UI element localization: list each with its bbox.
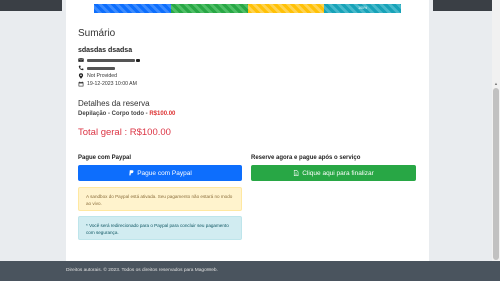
file-icon <box>294 170 299 176</box>
phone-icon <box>78 65 84 71</box>
footer-copyright: Direitos autorais. © 2023. Todos os dire… <box>66 268 218 273</box>
details-title: Detalhes da reserva <box>78 99 150 108</box>
service-price: R$100.00 <box>149 111 176 117</box>
progress-step-4: 100% <box>324 4 401 13</box>
paypal-button-label: Pague com Paypal <box>137 169 192 177</box>
page-scrollbar[interactable]: ▲ <box>492 0 500 261</box>
scroll-up-arrow-icon[interactable]: ▲ <box>494 81 498 86</box>
reserve-heading: Reserve agora e pague após o serviço <box>251 155 361 161</box>
grand-total: Total geral : R$100.00 <box>78 127 171 138</box>
client-name: sdasdas dsadsa <box>78 47 133 54</box>
progress-label: 100% <box>358 6 368 10</box>
service-name: Depilação - Corpo todo - <box>78 111 150 117</box>
redirect-alert: * Você será redirecionado para o Paypal … <box>78 216 242 240</box>
progress-step-2 <box>170 4 248 13</box>
finish-booking-button[interactable]: Clique aqui para finalizar <box>251 165 416 181</box>
phone-row <box>78 65 115 71</box>
booking-summary-card: 100% Sumário sdasdas dsadsa Not Provided… <box>66 0 429 261</box>
paypal-heading: Pague com Paypal <box>78 155 132 161</box>
email-redacted-end <box>136 58 140 62</box>
email-row <box>78 57 140 63</box>
address-value: Not Provided <box>87 73 117 79</box>
summary-title: Sumário <box>78 28 116 39</box>
progress-step-1 <box>94 4 171 13</box>
calendar-icon <box>78 81 84 87</box>
scrollbar-thumb[interactable] <box>493 88 499 260</box>
email-redacted <box>87 58 135 62</box>
envelope-icon <box>78 58 84 62</box>
header-image-left <box>0 0 62 11</box>
map-marker-icon <box>78 73 84 79</box>
page-footer: Direitos autorais. © 2023. Todos os dire… <box>0 261 500 281</box>
paypal-icon <box>129 170 134 176</box>
address-row: Not Provided <box>78 73 117 79</box>
header-image-right <box>433 0 500 11</box>
datetime-row: 19-12-2023 10:00 AM <box>78 81 137 87</box>
datetime-value: 19-12-2023 10:00 AM <box>87 81 137 87</box>
paypal-button[interactable]: Pague com Paypal <box>78 165 242 181</box>
progress-step-3 <box>247 4 325 13</box>
service-line: Depilação - Corpo todo - R$100.00 <box>78 111 175 117</box>
booking-progress-bar: 100% <box>94 4 401 13</box>
phone-redacted <box>87 66 115 70</box>
finish-button-label: Clique aqui para finalizar <box>302 169 374 177</box>
sandbox-alert: A sandbox do Paypal está ativada. Seu pa… <box>78 187 242 211</box>
